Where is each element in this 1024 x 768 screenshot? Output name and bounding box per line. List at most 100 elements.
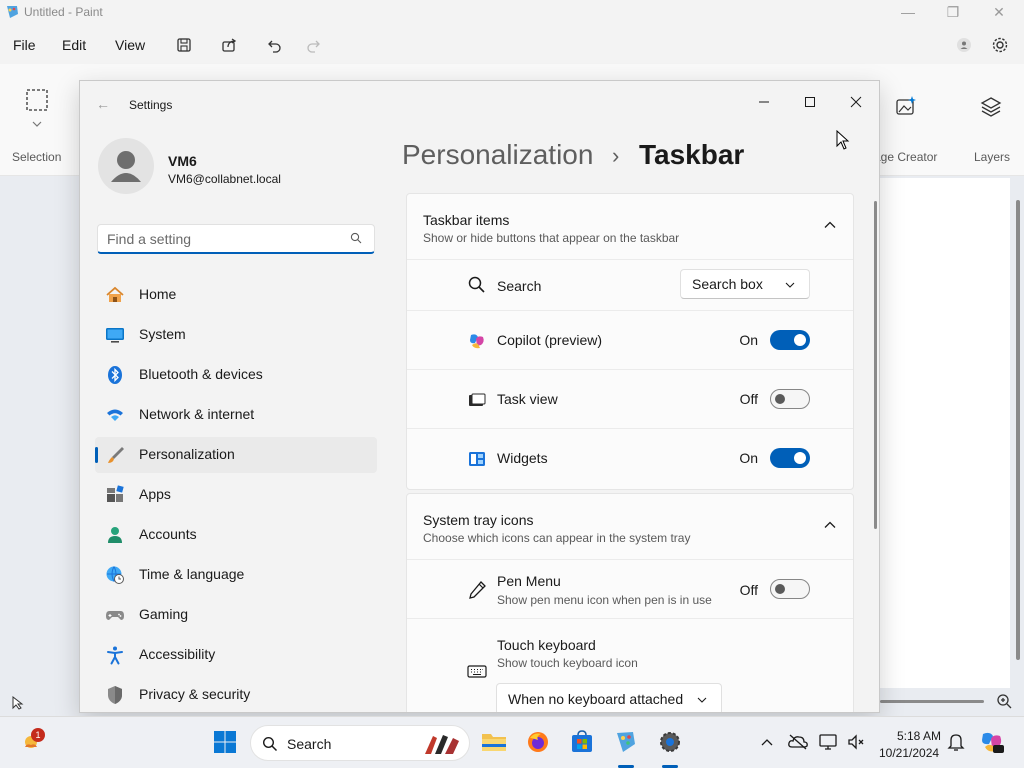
paint-close-button[interactable]: ✕	[976, 0, 1022, 24]
taskbar-items-header[interactable]: Taskbar items Show or hide buttons that …	[407, 194, 853, 260]
chevron-down-icon	[697, 697, 707, 703]
search-row: Search Search box	[407, 260, 853, 311]
avatar[interactable]	[98, 138, 154, 194]
sidebar-item-system[interactable]: System	[95, 317, 377, 353]
accessibility-icon	[107, 646, 123, 665]
show-hidden-icons-chevron-icon[interactable]	[754, 729, 780, 755]
zoom-slider[interactable]	[880, 700, 984, 703]
taskbar: 1 Search 5:18 AM 10/21/2024	[0, 716, 1024, 768]
paint-maximize-button[interactable]: ❐	[930, 0, 976, 24]
copilot-toggle[interactable]	[770, 330, 810, 350]
layers-icon[interactable]	[979, 95, 1003, 119]
paint-scrollbar-thumb[interactable]	[1016, 200, 1020, 660]
sidebar-item-label: Gaming	[139, 606, 189, 622]
volume-muted-icon[interactable]	[843, 729, 869, 755]
wifi-icon	[107, 409, 123, 421]
status-pointer-icon	[12, 696, 24, 710]
search-highlight-icon	[425, 735, 459, 754]
onedrive-offline-icon[interactable]	[785, 729, 811, 755]
paint-title-bar: Untitled - Paint — ❐ ✕	[0, 0, 1024, 28]
sidebar-item-label: Personalization	[139, 446, 235, 462]
share-icon[interactable]	[218, 34, 240, 56]
gamepad-icon	[106, 611, 124, 620]
menu-file[interactable]: File	[13, 37, 36, 53]
bluetooth-icon	[108, 366, 122, 384]
settings-taskbar-icon[interactable]	[657, 729, 683, 755]
pen-menu-toggle[interactable]	[770, 579, 810, 599]
system-tray-header[interactable]: System tray icons Choose which icons can…	[407, 494, 853, 560]
redo-icon[interactable]	[303, 34, 325, 56]
sidebar-item-accounts[interactable]: Accounts	[95, 517, 377, 553]
save-icon[interactable]	[173, 34, 195, 56]
firefox-icon[interactable]	[525, 729, 551, 755]
task-view-toggle[interactable]	[770, 389, 810, 409]
search-style-dropdown[interactable]: Search box	[680, 269, 810, 299]
paint-taskbar-icon[interactable]	[613, 729, 639, 755]
sidebar-item-accessibility[interactable]: Accessibility	[95, 637, 377, 673]
pen-menu-state: Off	[739, 582, 758, 598]
settings-window-title: Settings	[129, 98, 173, 112]
copilot-taskbar-icon[interactable]	[979, 729, 1005, 755]
selection-chevron-down-icon[interactable]	[32, 120, 42, 128]
pen-menu-description: Show pen menu icon when pen is in use	[497, 593, 712, 607]
settings-window: ← Settings VM6 VM6@collabnet.local Home …	[79, 80, 880, 713]
paint-vertical-scrollbar[interactable]	[1012, 176, 1024, 684]
settings-close-button[interactable]	[833, 86, 879, 118]
undo-icon[interactable]	[263, 34, 285, 56]
paint-window-title: Untitled - Paint	[24, 5, 103, 19]
clock-date[interactable]: 10/21/2024	[879, 746, 939, 760]
settings-minimize-button[interactable]	[741, 86, 787, 118]
clock-time[interactable]: 5:18 AM	[897, 729, 941, 743]
find-setting-search[interactable]	[97, 224, 375, 254]
taskbar-items-card: Taskbar items Show or hide buttons that …	[406, 193, 854, 490]
sidebar-item-gaming[interactable]: Gaming	[95, 597, 377, 633]
sidebar-item-network[interactable]: Network & internet	[95, 397, 377, 433]
settings-gear-icon[interactable]	[989, 34, 1011, 56]
microsoft-store-icon[interactable]	[569, 729, 595, 755]
search-icon	[468, 276, 485, 293]
touch-keyboard-row: Touch keyboard Show touch keyboard icon …	[407, 619, 853, 712]
display-icon[interactable]	[816, 729, 842, 755]
task-view-state: Off	[739, 391, 758, 407]
sidebar-item-label: Home	[139, 286, 177, 302]
start-button[interactable]	[212, 729, 238, 755]
pen-menu-label: Pen Menu	[497, 573, 561, 589]
touch-keyboard-value: When no keyboard attached	[508, 691, 684, 707]
sidebar-item-label: Time & language	[139, 566, 245, 582]
sidebar-item-privacy-security[interactable]: Privacy & security	[95, 677, 377, 712]
back-arrow-icon[interactable]: ←	[94, 95, 112, 113]
sidebar-item-apps[interactable]: Apps	[95, 477, 377, 513]
menu-edit[interactable]: Edit	[62, 37, 86, 53]
sidebar-item-bluetooth[interactable]: Bluetooth & devices	[95, 357, 377, 393]
sidebar-item-time-language[interactable]: Time & language	[95, 557, 377, 593]
paint-minimize-button[interactable]: —	[885, 0, 931, 24]
selection-icon[interactable]	[25, 88, 49, 112]
image-creator-icon[interactable]	[895, 95, 917, 117]
zoom-in-icon[interactable]	[996, 693, 1012, 709]
sidebar-item-label: Accounts	[139, 526, 197, 542]
widgets-toggle[interactable]	[770, 448, 810, 468]
system-tray-title: System tray icons	[423, 512, 534, 528]
settings-scrollbar-thumb[interactable]	[874, 201, 877, 529]
person-icon	[108, 527, 122, 543]
notifications-bell-icon[interactable]	[943, 729, 969, 755]
touch-keyboard-dropdown[interactable]: When no keyboard attached	[496, 683, 722, 712]
taskbar-search-label: Search	[287, 736, 332, 752]
pen-icon	[469, 581, 486, 599]
sidebar-item-label: Accessibility	[139, 646, 216, 662]
account-icon[interactable]	[953, 34, 975, 56]
breadcrumb-parent[interactable]: Personalization	[402, 139, 593, 171]
copilot-label: Copilot (preview)	[497, 332, 603, 348]
sidebar-item-home[interactable]: Home	[95, 277, 377, 313]
file-explorer-icon[interactable]	[481, 729, 507, 755]
paint-menu-bar: File Edit View	[0, 28, 1024, 62]
sidebar-item-personalization[interactable]: Personalization	[95, 437, 377, 473]
taskbar-search-box[interactable]: Search	[250, 725, 470, 761]
settings-maximize-button[interactable]	[787, 86, 833, 118]
chevron-up-icon[interactable]	[823, 518, 837, 532]
chevron-up-icon[interactable]	[823, 218, 837, 232]
search-input[interactable]	[107, 230, 337, 248]
paint-canvas[interactable]	[880, 178, 1010, 688]
menu-view[interactable]: View	[115, 37, 145, 53]
copilot-row: Copilot (preview) On	[407, 311, 853, 370]
